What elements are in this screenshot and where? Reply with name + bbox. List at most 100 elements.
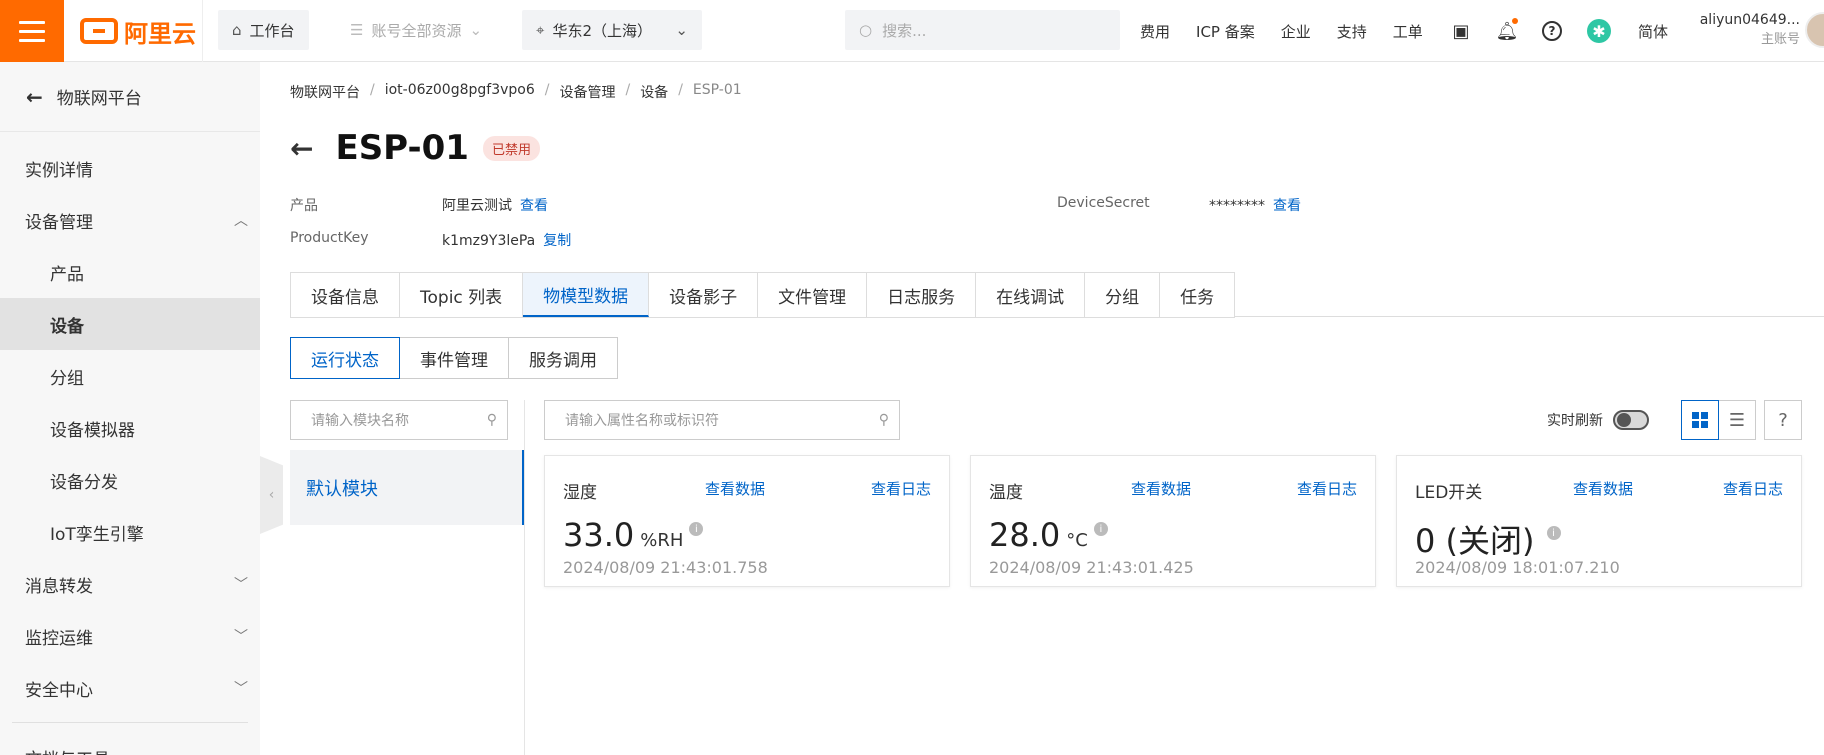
- search-icon: ○: [859, 21, 873, 39]
- copy-productkey-link[interactable]: 复制: [543, 233, 571, 249]
- assistant-icon[interactable]: ✱: [1586, 18, 1612, 44]
- property-timestamp: 2024/08/09 21:43:01.758: [563, 558, 768, 577]
- sidebar-item-device-simulator[interactable]: 设备模拟器: [0, 402, 260, 454]
- breadcrumb-item[interactable]: 物联网平台: [290, 82, 360, 102]
- devicesecret-value: ********: [1209, 198, 1265, 214]
- sidebar-item-instance-detail[interactable]: 实例详情: [0, 142, 260, 194]
- productkey-label: ProductKey: [290, 230, 369, 246]
- subtab-service-call[interactable]: 服务调用: [508, 337, 618, 379]
- property-value: 33.0: [563, 516, 635, 554]
- tab-online-debug[interactable]: 在线调试: [976, 273, 1086, 317]
- info-icon[interactable]: i: [1093, 522, 1108, 536]
- view-log-link[interactable]: 查看日志: [871, 478, 931, 499]
- view-log-link[interactable]: 查看日志: [1297, 478, 1357, 499]
- topbar-link-ticket[interactable]: 工单: [1393, 21, 1423, 42]
- property-card-led-switch: LED开关 查看数据 查看日志 0 (关闭) i 2024/08/09 18:0…: [1396, 455, 1802, 587]
- topbar-link-billing[interactable]: 费用: [1140, 21, 1170, 42]
- view-log-link[interactable]: 查看日志: [1723, 478, 1783, 499]
- list-view-button[interactable]: ☰: [1718, 400, 1756, 440]
- workbench-button[interactable]: ⌂ 工作台: [218, 10, 309, 50]
- grid-view-button[interactable]: [1681, 400, 1719, 440]
- question-icon: ?: [1778, 409, 1788, 431]
- property-unit: °C: [1066, 530, 1088, 551]
- breadcrumb-current: ESP-01: [692, 82, 742, 98]
- topbar-link-icp[interactable]: ICP 备案: [1196, 21, 1255, 42]
- location-pin-icon: ⌖: [536, 21, 545, 39]
- chevron-down-icon: ⌄: [675, 21, 688, 39]
- tab-topic-list[interactable]: Topic 列表: [400, 273, 524, 317]
- tab-device-shadow[interactable]: 设备影子: [649, 273, 759, 317]
- tab-device-info[interactable]: 设备信息: [291, 273, 400, 317]
- subtab-event-management[interactable]: 事件管理: [399, 337, 509, 379]
- view-product-link[interactable]: 查看: [520, 198, 548, 214]
- logo-text: 阿里云: [124, 19, 196, 48]
- sidebar-back-link[interactable]: ← 物联网平台: [0, 62, 260, 132]
- property-search-input[interactable]: 请输入属性名称或标识符 ⚲: [544, 400, 900, 440]
- aliyun-logo-icon: [80, 18, 118, 44]
- view-data-link[interactable]: 查看数据: [1131, 478, 1191, 499]
- global-search-input[interactable]: ○ 搜索...: [845, 10, 1120, 50]
- sidebar-item-message-forwarding[interactable]: 消息转发 ﹀: [0, 558, 260, 610]
- help-icon[interactable]: ?: [1539, 18, 1565, 44]
- property-value: 0 (关闭): [1415, 522, 1535, 560]
- account-type: 主账号: [1760, 32, 1800, 47]
- breadcrumb-item[interactable]: iot-06z00g8pgf3vpo6: [385, 82, 535, 102]
- tab-thing-model-data[interactable]: 物模型数据: [523, 273, 650, 317]
- device-tabs: 设备信息 Topic 列表 物模型数据 设备影子 文件管理 日志服务 在线调试 …: [290, 272, 1236, 318]
- sidebar-item-device-distribution[interactable]: 设备分发: [0, 454, 260, 506]
- product-label: 产品: [290, 198, 318, 214]
- property-name: LED开关: [1415, 483, 1483, 503]
- sidebar-item-docs-tools[interactable]: 文档与工具: [0, 731, 260, 755]
- product-value: 阿里云测试: [442, 198, 512, 214]
- module-list-item-default[interactable]: 默认模块: [290, 450, 524, 525]
- list-icon: ☰: [1728, 409, 1746, 431]
- sidebar-item-security-center[interactable]: 安全中心 ﹀: [0, 662, 260, 714]
- back-arrow-button[interactable]: ←: [290, 132, 313, 165]
- sidebar-item-device[interactable]: 设备: [0, 298, 260, 350]
- info-icon[interactable]: i: [1546, 526, 1561, 540]
- subtab-running-status[interactable]: 运行状态: [290, 337, 400, 379]
- view-data-link[interactable]: 查看数据: [705, 478, 765, 499]
- sidebar-item-group[interactable]: 分组: [0, 350, 260, 402]
- status-badge: 已禁用: [482, 135, 540, 161]
- devicesecret-label: DeviceSecret: [1057, 195, 1150, 211]
- language-switch[interactable]: 简体: [1636, 18, 1670, 44]
- module-search-input[interactable]: 请输入模块名称 ⚲: [290, 400, 508, 440]
- sidebar-item-monitoring[interactable]: 监控运维 ﹀: [0, 610, 260, 662]
- view-data-link[interactable]: 查看数据: [1573, 478, 1633, 499]
- aliyun-logo[interactable]: 阿里云: [80, 14, 196, 48]
- sidebar-item-iot-twin-engine[interactable]: IoT孪生引擎: [0, 506, 260, 558]
- resources-icon: ☰: [350, 21, 364, 39]
- property-value: 28.0: [989, 516, 1061, 554]
- account-name: aliyun04649...: [1699, 12, 1800, 28]
- help-button[interactable]: ?: [1764, 400, 1802, 440]
- page-title: ESP-01: [335, 128, 469, 168]
- resources-dropdown[interactable]: ☰ 账号全部资源 ⌄: [336, 10, 496, 50]
- info-icon[interactable]: i: [689, 522, 704, 536]
- topbar-link-enterprise[interactable]: 企业: [1281, 21, 1311, 42]
- region-selector[interactable]: ⌖ 华东2（上海） ⌄: [522, 10, 702, 50]
- arrow-left-icon: ←: [26, 84, 43, 109]
- property-timestamp: 2024/08/09 18:01:07.210: [1415, 558, 1620, 577]
- breadcrumb-item[interactable]: 设备管理: [559, 82, 615, 102]
- account-menu[interactable]: aliyun04649... 主账号: [1690, 10, 1800, 50]
- realtime-refresh-toggle[interactable]: [1613, 410, 1649, 430]
- main-content: 物联网平台 / iot-06z00g8pgf3vpo6/ 设备管理 / 设备 / ES…: [260, 62, 1824, 755]
- grid-icon: [1692, 412, 1708, 428]
- tab-group[interactable]: 分组: [1085, 273, 1161, 317]
- bell-icon[interactable]: 🔔︎: [1494, 18, 1520, 44]
- tab-log-service[interactable]: 日志服务: [867, 273, 977, 317]
- tab-file-management[interactable]: 文件管理: [758, 273, 868, 317]
- breadcrumb-item[interactable]: 设备: [640, 82, 668, 102]
- terminal-icon[interactable]: ▣: [1448, 18, 1474, 44]
- tab-task[interactable]: 任务: [1160, 273, 1236, 317]
- property-timestamp: 2024/08/09 21:43:01.425: [989, 558, 1194, 577]
- avatar[interactable]: [1805, 12, 1824, 48]
- sidebar-item-device-management[interactable]: 设备管理 ︿: [0, 194, 260, 246]
- view-secret-link[interactable]: 查看: [1273, 198, 1301, 214]
- realtime-refresh-label: 实时刷新: [1547, 413, 1603, 429]
- topbar-link-support[interactable]: 支持: [1337, 21, 1367, 42]
- sidebar-item-product[interactable]: 产品: [0, 246, 260, 298]
- property-card-humidity: 湿度 查看数据 查看日志 33.0 %RH i 2024/08/09 21:43…: [544, 455, 950, 587]
- hamburger-menu-button[interactable]: [0, 0, 64, 62]
